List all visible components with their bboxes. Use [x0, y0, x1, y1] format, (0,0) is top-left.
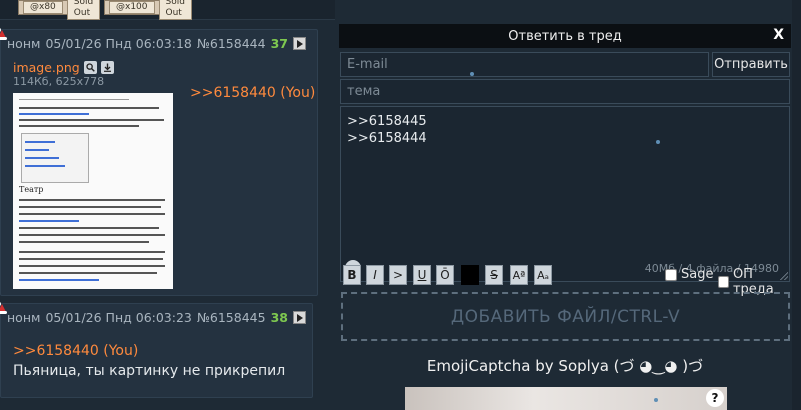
- quote-link[interactable]: >>6158440 (You): [13, 343, 138, 359]
- close-button[interactable]: X: [773, 27, 784, 43]
- sage-option[interactable]: Sage: [665, 267, 713, 282]
- captcha-image[interactable]: [405, 387, 727, 410]
- reply-count[interactable]: 38: [271, 310, 288, 325]
- reply-form: Ответить в тред X E-mail Отправить тема …: [339, 24, 791, 410]
- poster-name: нонм: [7, 36, 41, 51]
- comment-line: >>6158444: [347, 131, 427, 146]
- sold-out-box[interactable]: @x100 Sold Out: [104, 0, 192, 20]
- price-cell: @x100: [109, 1, 155, 14]
- play-icon[interactable]: [292, 311, 306, 324]
- overline-button[interactable]: Ō: [436, 265, 454, 285]
- file-name-link[interactable]: image.png: [13, 60, 80, 75]
- send-button[interactable]: Отправить: [712, 52, 790, 77]
- post-number[interactable]: №6158445: [197, 310, 266, 325]
- file-line: image.png: [13, 60, 114, 75]
- top-strip: @x80 Sold Out @x100 Sold Out: [0, 0, 335, 20]
- comment-line: >>6158445: [347, 114, 427, 129]
- email-field[interactable]: E-mail: [340, 52, 709, 77]
- comment-textarea[interactable]: >>6158445 >>6158444 40Мб / 4 файла / 149…: [340, 106, 790, 282]
- sage-checkbox[interactable]: [665, 268, 677, 281]
- poster-name: нонм: [7, 310, 41, 325]
- price-cell: @x80: [23, 1, 63, 14]
- quote-button[interactable]: >: [389, 265, 407, 285]
- post: нонм 05/01/26 Пнд 06:03:18 №6158444 37 i…: [0, 28, 318, 296]
- search-icon[interactable]: [83, 61, 97, 74]
- subject-field[interactable]: тема: [340, 79, 790, 104]
- spoiler-button[interactable]: [461, 265, 479, 285]
- thumbnail-heading: Театр: [19, 185, 44, 194]
- sold-out-box[interactable]: @x80 Sold Out: [18, 0, 101, 20]
- help-button[interactable]: ?: [706, 389, 724, 407]
- santa-hat-icon: [0, 28, 7, 40]
- post: нонм 05/01/26 Пнд 06:03:23 №6158445 38 >…: [0, 302, 313, 398]
- image-thumbnail[interactable]: Театр: [13, 93, 173, 289]
- post-header: нонм 05/01/26 Пнд 06:03:18 №6158444 37: [7, 36, 306, 51]
- bold-button[interactable]: B: [343, 265, 361, 285]
- sold-out-label: Sold Out: [158, 0, 192, 20]
- post-date: 05/01/26 Пнд 06:03:23: [45, 310, 192, 325]
- play-icon[interactable]: [292, 37, 306, 50]
- decor-dot: [656, 140, 660, 144]
- post-number[interactable]: №6158444: [197, 36, 266, 51]
- superscript-button[interactable]: Aª: [510, 265, 528, 285]
- underline-button[interactable]: U: [413, 265, 431, 285]
- quote-link[interactable]: >>6158440 (You): [190, 85, 315, 101]
- subscript-button[interactable]: Aₐ: [534, 265, 552, 285]
- post-header: нонм 05/01/26 Пнд 06:03:23 №6158445 38: [7, 310, 306, 325]
- post-date: 05/01/26 Пнд 06:03:18: [45, 36, 192, 51]
- reply-count[interactable]: 37: [271, 36, 288, 51]
- form-title: Ответить в тред: [508, 28, 622, 44]
- sold-out-label: Sold Out: [66, 0, 101, 20]
- form-title-bar[interactable]: Ответить в тред X: [339, 24, 791, 48]
- italic-button[interactable]: I: [366, 265, 384, 285]
- op-checkbox[interactable]: [718, 276, 729, 288]
- download-icon[interactable]: [100, 61, 114, 74]
- file-dropzone[interactable]: ДОБАВИТЬ ФАЙЛ/CTRL-V: [341, 292, 790, 341]
- strike-button[interactable]: S: [485, 265, 503, 285]
- sage-label: Sage: [681, 267, 714, 282]
- santa-hat-icon: [0, 302, 7, 314]
- decor-dot: [654, 398, 658, 402]
- file-meta: 114Кб, 625x778: [13, 75, 105, 88]
- post-body: Пьяница, ты картинку не прикрепил: [13, 363, 286, 379]
- captcha-title: EmojiCaptcha by Soplya (づ ◕‿◕ )づ: [426, 357, 704, 375]
- decor-dot: [470, 72, 474, 76]
- scrollbar[interactable]: [792, 0, 801, 410]
